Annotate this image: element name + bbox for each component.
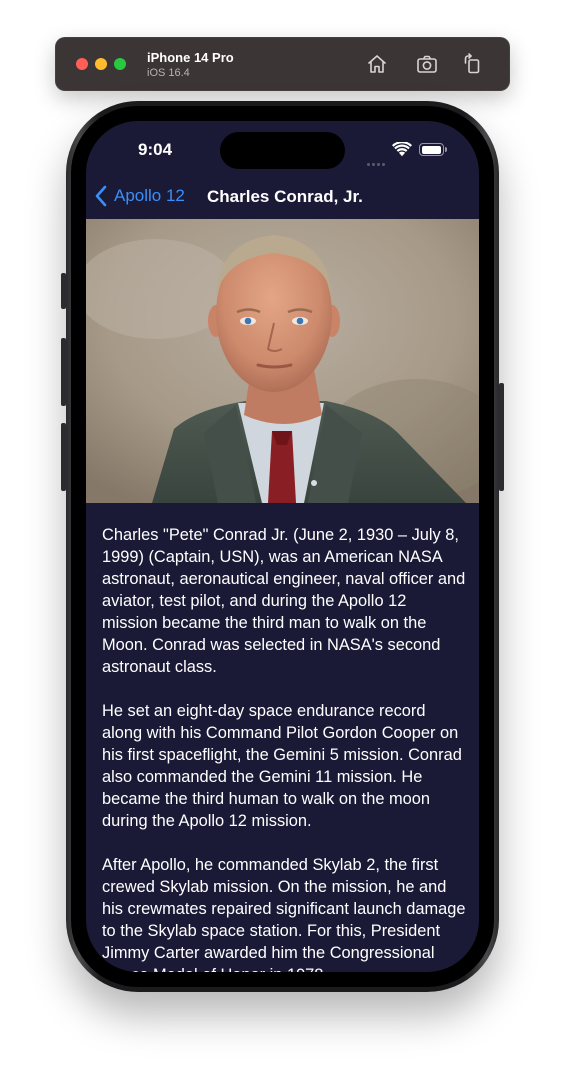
battery-cap: [445, 147, 447, 152]
bio-paragraph-3: After Apollo, he commanded Skylab 2, the…: [102, 856, 466, 972]
screenshot-camera-icon[interactable]: [415, 52, 439, 76]
biography-text: Charles "Pete" Conrad Jr. (June 2, 1930 …: [102, 524, 466, 972]
simulator-toolbar: iPhone 14 Pro iOS 16.4: [55, 37, 510, 91]
power-button: [499, 383, 504, 491]
app-screen: 9:04 Apollo 12 Charles Conrad, Jr. Charl…: [86, 121, 479, 972]
bio-paragraph-2: He set an eight-day space endurance reco…: [102, 702, 462, 830]
close-window-button[interactable]: [76, 58, 88, 70]
status-time: 9:04: [138, 140, 173, 159]
battery-icon: [419, 143, 444, 156]
simulator-device-name: iPhone 14 Pro: [147, 50, 234, 65]
wifi-icon: [392, 142, 412, 157]
chevron-left-icon: [95, 185, 107, 207]
simulator-os-version: iOS 16.4: [147, 67, 190, 79]
zoom-window-button[interactable]: [114, 58, 126, 70]
bio-paragraph-1: Charles "Pete" Conrad Jr. (June 2, 1930 …: [102, 526, 466, 676]
page-title: Charles Conrad, Jr.: [207, 187, 363, 206]
home-icon[interactable]: [365, 52, 389, 76]
minimize-window-button[interactable]: [95, 58, 107, 70]
astronaut-photo: [86, 219, 479, 503]
cellular-dots-icon: [367, 153, 387, 171]
rotate-icon[interactable]: [460, 52, 484, 76]
dynamic-island: [220, 132, 345, 169]
back-button[interactable]: Apollo 12: [94, 185, 185, 207]
back-button-label: Apollo 12: [114, 186, 185, 205]
